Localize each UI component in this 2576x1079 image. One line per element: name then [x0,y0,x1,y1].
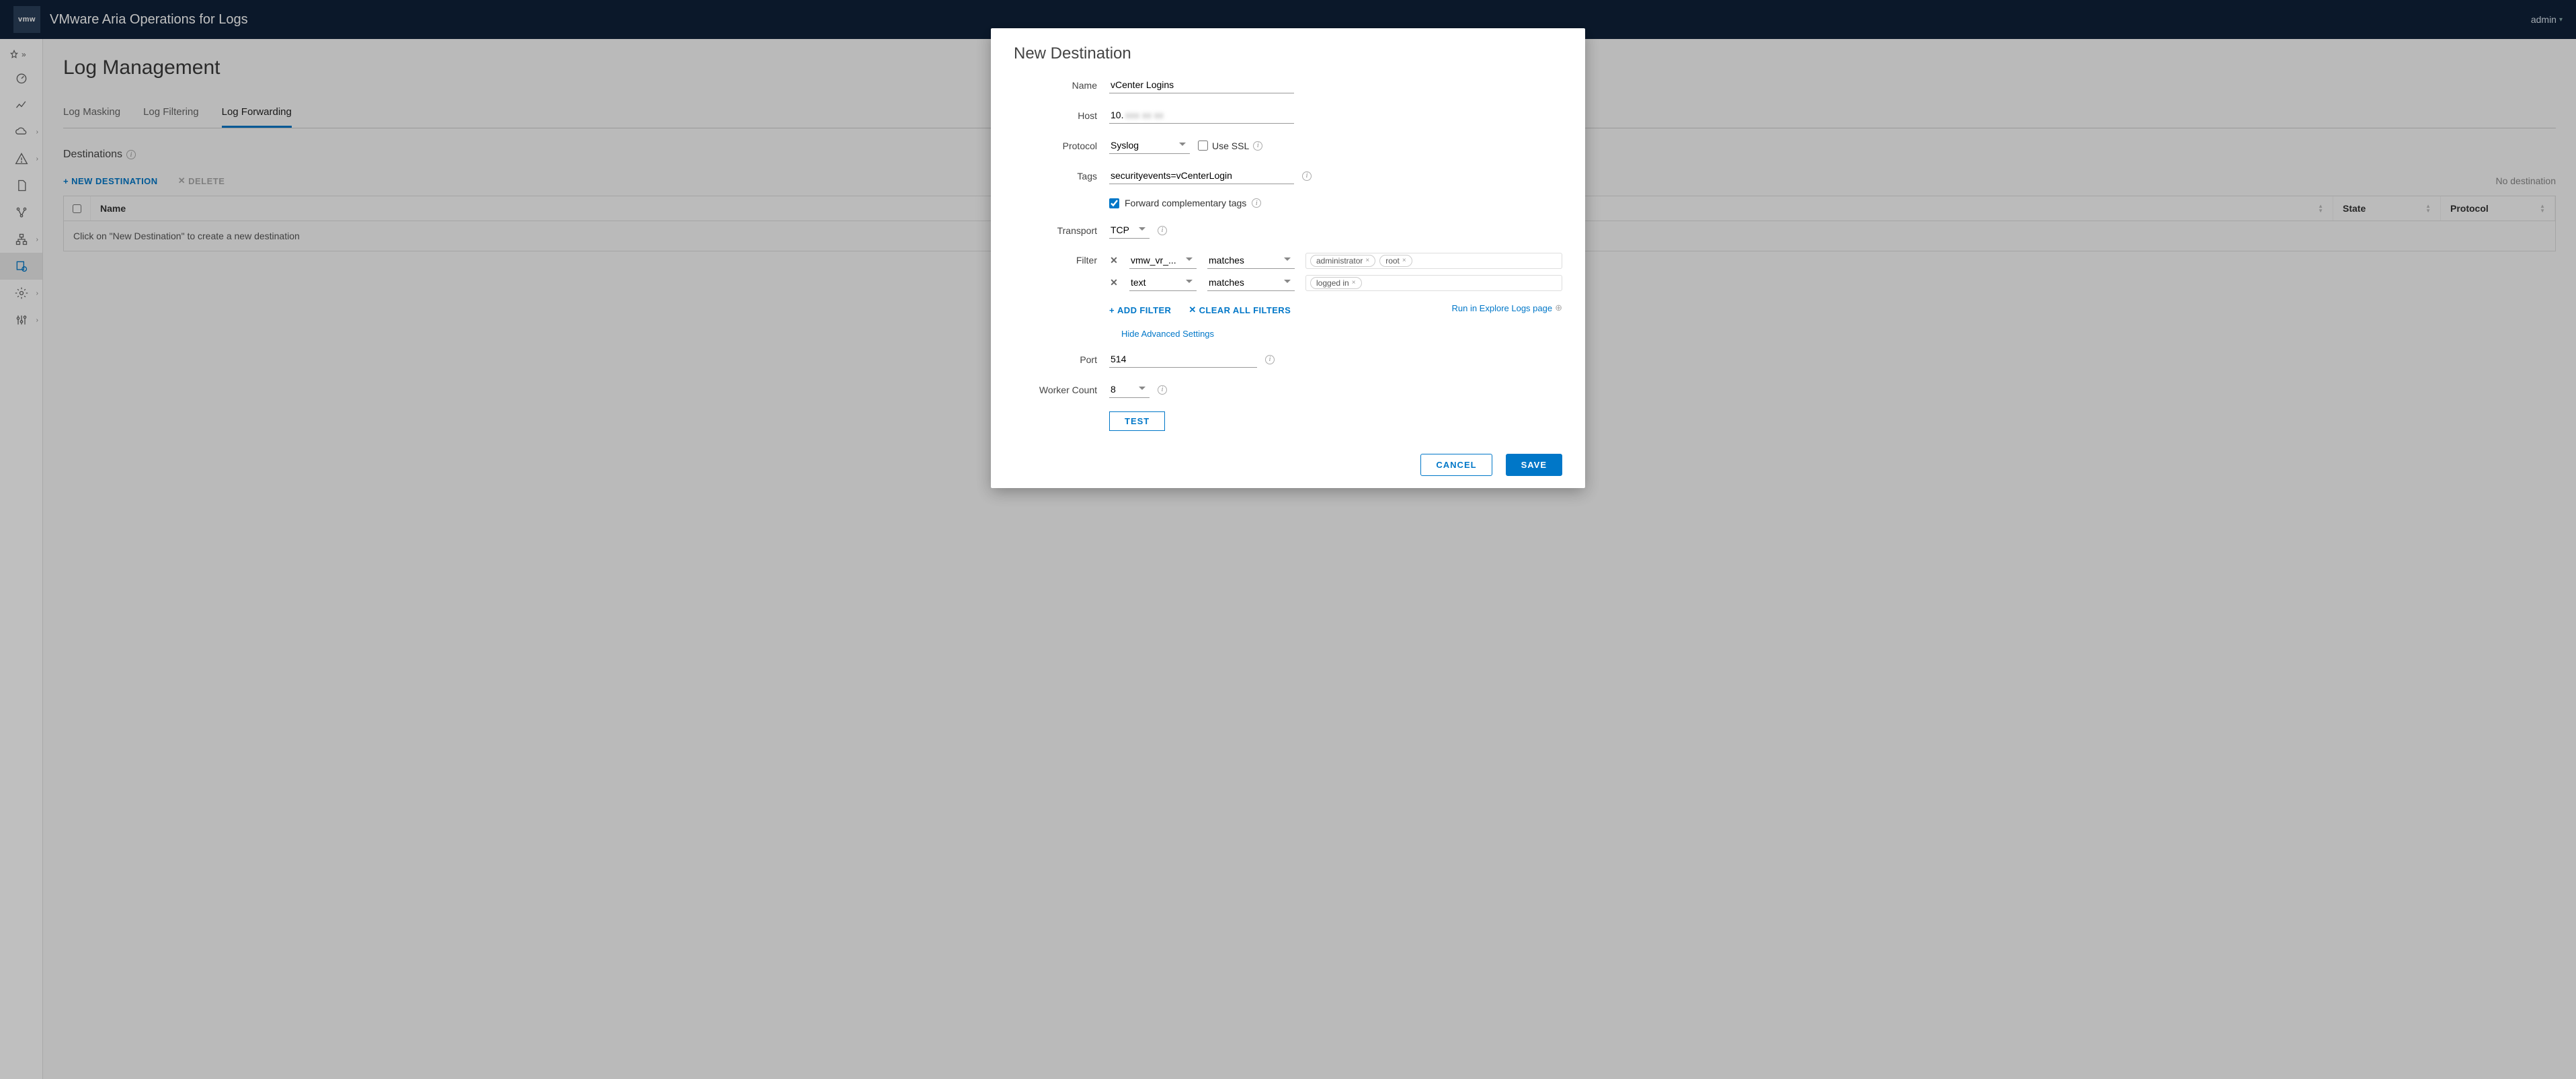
cancel-button[interactable]: CANCEL [1420,454,1492,476]
port-label: Port [1014,354,1109,365]
filter-chip[interactable]: administrator× [1310,255,1375,267]
filter-block: ✕ vmw_vr_... matches administrator× root… [1109,252,1562,315]
worker-count-label: Worker Count [1014,385,1109,395]
remove-filter-button[interactable]: ✕ [1109,277,1119,288]
x-icon: ✕ [1189,305,1196,315]
tags-input[interactable] [1109,167,1294,184]
chip-label: administrator [1316,256,1363,266]
test-button[interactable]: TEST [1109,411,1165,431]
info-icon[interactable]: i [1158,226,1167,235]
clear-filters-button[interactable]: ✕CLEAR ALL FILTERS [1189,305,1291,315]
filter-chip[interactable]: root× [1379,255,1412,267]
port-input[interactable] [1109,351,1257,368]
transport-select[interactable]: TCP [1109,222,1150,239]
plus-icon: + [1109,305,1115,315]
hide-advanced-link[interactable]: Hide Advanced Settings [1121,329,1562,339]
modal-overlay: New Destination Name Host xxx xx xx Prot… [0,0,2576,1079]
forward-complementary-label: Forward complementary tags [1125,198,1246,208]
chip-remove-icon[interactable]: × [1402,257,1406,264]
filter-value-input[interactable]: administrator× root× [1305,253,1562,269]
filter-value-input[interactable]: logged in× [1305,275,1562,291]
clear-filters-label: CLEAR ALL FILTERS [1199,305,1291,315]
add-filter-button[interactable]: +ADD FILTER [1109,305,1171,315]
protocol-select[interactable]: Syslog [1109,137,1190,154]
use-ssl-label: Use SSL [1212,141,1249,151]
chip-label: root [1385,256,1400,266]
filter-field-select[interactable]: text [1129,274,1197,291]
modal-actions: CANCEL SAVE [1014,444,1562,481]
filter-operator-select[interactable]: matches [1207,274,1295,291]
modal-title: New Destination [1014,44,1562,63]
info-icon[interactable]: i [1253,141,1262,151]
host-blurred: xxx xx xx [1125,110,1164,120]
name-input[interactable] [1109,77,1294,93]
chip-label: logged in [1316,278,1349,288]
external-icon: ⊕ [1555,303,1562,313]
info-icon[interactable]: i [1265,355,1275,364]
info-icon[interactable]: i [1158,385,1167,395]
forward-complementary-checkbox[interactable] [1109,198,1119,208]
save-button[interactable]: SAVE [1506,454,1562,476]
info-icon[interactable]: i [1302,171,1312,181]
tags-label: Tags [1014,171,1109,182]
host-label: Host [1014,110,1109,121]
chip-remove-icon[interactable]: × [1352,279,1356,286]
name-label: Name [1014,80,1109,91]
run-explore-link[interactable]: Run in Explore Logs page ⊕ [1451,303,1562,313]
protocol-label: Protocol [1014,141,1109,151]
new-destination-modal: New Destination Name Host xxx xx xx Prot… [991,28,1585,488]
filter-row: ✕ vmw_vr_... matches administrator× root… [1109,252,1562,269]
filter-operator-select[interactable]: matches [1207,252,1295,269]
transport-label: Transport [1014,225,1109,236]
run-explore-label: Run in Explore Logs page [1451,303,1552,313]
filter-row: ✕ text matches logged in× [1109,274,1562,291]
worker-count-select[interactable]: 8 [1109,381,1150,398]
filter-label: Filter [1014,252,1109,266]
chip-remove-icon[interactable]: × [1365,257,1369,264]
add-filter-label: ADD FILTER [1117,305,1171,315]
filter-chip[interactable]: logged in× [1310,277,1362,289]
info-icon[interactable]: i [1252,198,1261,208]
remove-filter-button[interactable]: ✕ [1109,255,1119,266]
filter-field-select[interactable]: vmw_vr_... [1129,252,1197,269]
use-ssl-checkbox[interactable] [1198,141,1208,151]
